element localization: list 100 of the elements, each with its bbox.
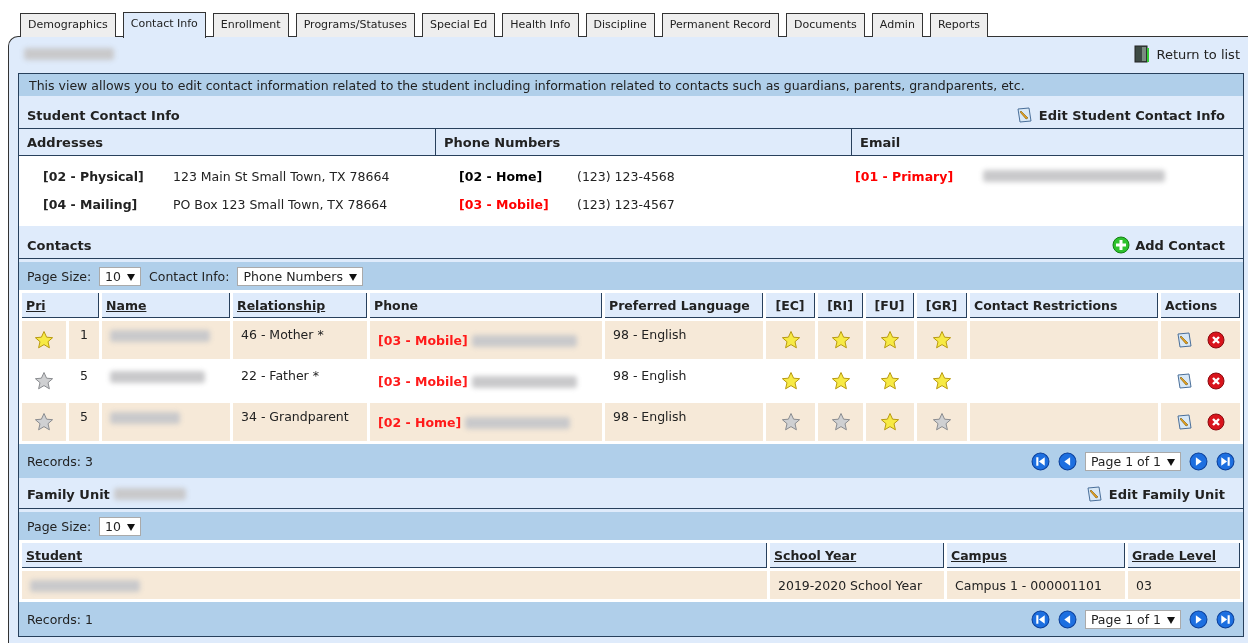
email-type: [01 - Primary] bbox=[855, 168, 955, 184]
first-page-icon[interactable] bbox=[1030, 451, 1050, 471]
column-header: Addresses bbox=[26, 134, 104, 152]
school-year-text: 2019-2020 School Year bbox=[778, 577, 923, 593]
section-title: Student Contact Info bbox=[27, 107, 180, 123]
page-select[interactable]: Page 1 of 1 bbox=[1084, 451, 1181, 471]
next-page-icon[interactable] bbox=[1189, 451, 1208, 471]
filled-star-icon[interactable] bbox=[34, 330, 54, 350]
filled-star-icon[interactable] bbox=[830, 330, 851, 350]
column-header: Preferred Language bbox=[609, 297, 750, 313]
tab[interactable]: Enrollment bbox=[212, 13, 289, 37]
page-select[interactable]: Page 1 of 1 bbox=[1084, 609, 1181, 629]
page-size-label: Page Size: bbox=[27, 518, 92, 534]
section-title: Family Unit bbox=[27, 486, 186, 502]
column-header: Email bbox=[851, 129, 1243, 155]
column-header: [EC] bbox=[775, 297, 805, 313]
phone-type: [03 - Mobile] bbox=[378, 332, 468, 348]
return-to-list-link[interactable]: Return to list bbox=[1134, 45, 1240, 63]
add-contact-link[interactable]: Add Contact bbox=[1112, 236, 1225, 254]
tab[interactable]: Reports bbox=[929, 13, 989, 37]
records-count: Records: 1 bbox=[27, 611, 93, 627]
filled-star-icon[interactable] bbox=[780, 371, 801, 391]
filled-star-icon[interactable] bbox=[932, 330, 952, 350]
records-count: Records: 3 bbox=[27, 453, 93, 469]
page-size-select[interactable]: 10 bbox=[99, 516, 141, 536]
filled-star-icon[interactable] bbox=[880, 412, 900, 432]
priority-number: 1 bbox=[80, 327, 88, 342]
filled-star-icon[interactable] bbox=[880, 330, 900, 350]
relationship-text: 34 - Grandparent bbox=[241, 409, 349, 424]
phone-number: (123) 123-4568 bbox=[577, 168, 675, 184]
delete-icon[interactable] bbox=[1207, 413, 1226, 431]
sortable-column-header[interactable]: Student bbox=[26, 547, 83, 563]
tab[interactable]: Permanent Record bbox=[661, 13, 780, 37]
edit-note-icon[interactable] bbox=[1015, 106, 1034, 124]
phone-number: (123) 123-4567 bbox=[577, 196, 675, 212]
caret-icon bbox=[348, 273, 357, 281]
caret-icon bbox=[127, 273, 135, 281]
priority-number: 5 bbox=[80, 409, 88, 424]
tab[interactable]: Admin bbox=[871, 13, 923, 37]
column-header: Contact Restrictions bbox=[974, 297, 1118, 313]
last-page-icon[interactable] bbox=[1216, 451, 1235, 471]
column-header: [RI] bbox=[827, 297, 853, 313]
empty-star-icon[interactable] bbox=[34, 371, 54, 391]
edit-note-icon[interactable] bbox=[1175, 331, 1194, 349]
filled-star-icon[interactable] bbox=[780, 330, 801, 350]
tab[interactable]: Documents bbox=[786, 13, 865, 37]
phone-type: [02 - Home] bbox=[459, 168, 544, 184]
delete-icon[interactable] bbox=[1207, 331, 1226, 349]
column-header: Phone Numbers bbox=[435, 129, 851, 155]
redacted-text bbox=[110, 411, 180, 424]
caret-icon bbox=[1167, 458, 1175, 466]
page-size-label: Page Size: bbox=[27, 268, 92, 284]
previous-page-icon[interactable] bbox=[1057, 609, 1077, 629]
phone-type: [02 - Home] bbox=[378, 414, 462, 430]
tab[interactable]: Programs/Statuses bbox=[295, 13, 416, 37]
priority-number: 5 bbox=[80, 368, 88, 383]
language-text: 98 - English bbox=[613, 368, 687, 383]
description-text: This view allows you to edit contact information related to the student including information related to contacts such as guardians, parents, grandparents, etc. bbox=[19, 74, 1243, 96]
edit-student-contact-info-link[interactable]: Edit Student Contact Info bbox=[1015, 106, 1225, 124]
relationship-text: 22 - Father * bbox=[241, 368, 319, 383]
previous-page-icon[interactable] bbox=[1057, 451, 1077, 471]
caret-icon bbox=[1167, 616, 1175, 624]
last-page-icon[interactable] bbox=[1216, 609, 1235, 629]
column-header: [GR] bbox=[925, 297, 958, 313]
contact-info-select[interactable]: Phone Numbers bbox=[237, 266, 363, 286]
address-text: 123 Main St Small Town, TX 78664 bbox=[173, 168, 390, 184]
filled-star-icon[interactable] bbox=[932, 371, 952, 391]
edit-note-icon[interactable] bbox=[1175, 413, 1194, 431]
edit-note-icon[interactable] bbox=[1175, 372, 1194, 390]
grade-level-text: 03 bbox=[1136, 577, 1152, 593]
address-type: [04 - Mailing] bbox=[43, 196, 139, 212]
campus-text: Campus 1 - 000001101 bbox=[955, 577, 1102, 593]
column-header: Phone bbox=[374, 297, 419, 313]
tab[interactable]: Special Ed bbox=[422, 13, 496, 37]
edit-note-icon[interactable] bbox=[1085, 485, 1104, 503]
door-icon bbox=[1134, 45, 1151, 63]
next-page-icon[interactable] bbox=[1189, 609, 1208, 629]
phone-type: [03 - Mobile] bbox=[459, 196, 550, 212]
delete-icon[interactable] bbox=[1207, 372, 1226, 390]
empty-star-icon[interactable] bbox=[780, 412, 801, 432]
filled-star-icon[interactable] bbox=[880, 371, 900, 391]
empty-star-icon[interactable] bbox=[932, 412, 952, 432]
address-text: PO Box 123 Small Town, TX 78664 bbox=[173, 196, 388, 212]
address-type: [02 - Physical] bbox=[43, 168, 145, 184]
section-title: Contacts bbox=[27, 237, 92, 253]
first-page-icon[interactable] bbox=[1030, 609, 1050, 629]
column-header: Actions bbox=[1165, 297, 1218, 313]
language-text: 98 - English bbox=[613, 409, 687, 424]
filled-star-icon[interactable] bbox=[830, 371, 851, 391]
language-text: 98 - English bbox=[613, 327, 687, 342]
add-icon bbox=[1112, 236, 1131, 254]
tab[interactable]: Contact Info bbox=[122, 12, 206, 38]
edit-family-unit-link[interactable]: Edit Family Unit bbox=[1085, 485, 1225, 503]
empty-star-icon[interactable] bbox=[34, 412, 54, 432]
tab[interactable]: Discipline bbox=[585, 13, 655, 37]
tab[interactable]: Health Info bbox=[502, 13, 579, 37]
tab[interactable]: Demographics bbox=[20, 13, 116, 37]
sortable-column-header[interactable]: Pri bbox=[26, 297, 46, 313]
page-size-select[interactable]: 10 bbox=[99, 266, 141, 286]
empty-star-icon[interactable] bbox=[830, 412, 851, 432]
